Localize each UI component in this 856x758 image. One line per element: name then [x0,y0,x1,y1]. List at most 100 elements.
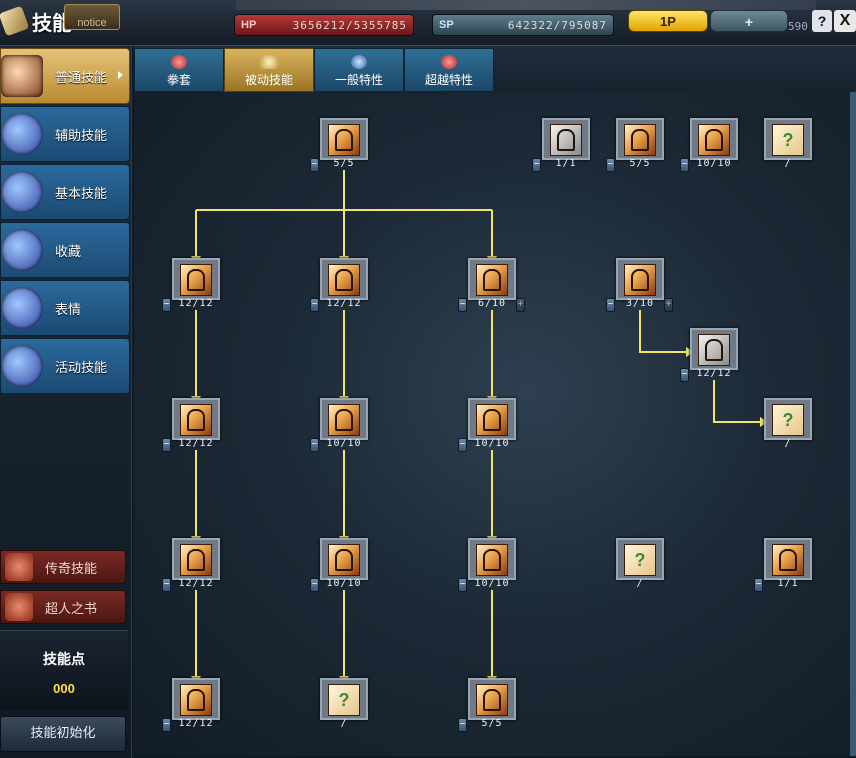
skill-icon[interactable] [328,404,360,436]
tab-gloves[interactable]: 拳套 [134,48,224,92]
skill-slot[interactable]: / [320,678,368,734]
category-basic-skills[interactable]: 基本技能 [0,164,130,220]
tab-passive-skills[interactable]: 被动技能 [224,48,314,92]
skill-slot[interactable]: / [764,398,812,454]
skill-slot[interactable]: 6/10− + [458,258,525,314]
skill-icon[interactable] [698,334,730,366]
help-button[interactable]: ? [812,10,832,32]
unknown-skill-icon[interactable] [328,684,360,716]
skill-frame [764,398,812,440]
skill-icon[interactable] [180,404,212,436]
skill-reset-button[interactable]: 技能初始化 [0,716,126,752]
skill-icon[interactable] [328,124,360,156]
skill-icon[interactable] [624,124,656,156]
level-down-button[interactable]: − [532,158,541,172]
skill-icon[interactable] [476,684,508,716]
skill-frame [542,118,590,160]
skill-level: 12/12 [326,298,362,309]
skill-slot[interactable]: 12/12− [162,538,220,594]
skill-slot[interactable]: 5/5 − [458,678,516,734]
skill-slot[interactable]: 12/12− [680,328,738,384]
level-down-button[interactable]: − [310,578,319,592]
skill-slot[interactable]: 10/10− [310,538,368,594]
glove-icon [171,55,187,69]
level-down-button[interactable]: − [680,158,689,172]
skill-slot[interactable]: 12/12− [310,258,368,314]
skill-icon[interactable] [476,404,508,436]
legend-skills-button[interactable]: 传奇技能 [0,550,126,584]
notice-button[interactable]: notice [64,4,120,30]
skill-tree: 5/5−1/1−5/5−10/10−/12/12−12/12−6/10−+3/1… [134,92,850,756]
skill-slot[interactable]: 10/10− [310,398,368,454]
category-normal-skills[interactable]: 普通技能 [0,48,130,104]
unknown-skill-icon[interactable] [772,404,804,436]
player-1p-button[interactable]: 1P [628,10,708,32]
add-player-button[interactable]: + [710,10,788,32]
claw-icon [1,55,43,97]
level-down-button[interactable]: − [680,368,689,382]
level-down-button[interactable]: − [162,298,171,312]
skill-slot[interactable]: 12/12− [162,258,220,314]
skill-level: / [784,438,792,449]
skill-slot[interactable]: 5/5 − [310,118,368,174]
skill-level: 10/10 [474,438,510,449]
unknown-skill-icon[interactable] [772,124,804,156]
level-down-button[interactable]: − [310,158,319,172]
skill-icon[interactable] [476,264,508,296]
skill-slot[interactable]: / [764,118,812,174]
level-down-button[interactable]: − [606,298,615,312]
level-down-button[interactable]: − [458,718,467,732]
skill-frame [320,538,368,580]
level-down-button[interactable]: − [458,438,467,452]
skill-level: 5/5 [629,158,651,169]
level-down-button[interactable]: − [310,438,319,452]
level-down-button[interactable]: − [310,298,319,312]
skill-frame [468,678,516,720]
skill-slot[interactable]: 5/5 − [606,118,664,174]
skill-level: 12/12 [696,368,732,379]
tree-scrollbar[interactable] [850,92,856,756]
skill-icon[interactable] [180,264,212,296]
skill-icon[interactable] [328,264,360,296]
level-down-button[interactable]: − [162,438,171,452]
level-down-button[interactable]: − [162,578,171,592]
tab-transcend-traits[interactable]: 超越特性 [404,48,494,92]
skill-icon[interactable] [180,684,212,716]
skill-frame [320,398,368,440]
unknown-skill-icon[interactable] [624,544,656,576]
level-down-button[interactable]: − [458,578,467,592]
superman-book-button[interactable]: 超人之书 [0,590,126,624]
level-down-button[interactable]: − [458,298,467,312]
skill-slot[interactable]: / [616,538,664,594]
skill-level: 10/10 [326,578,362,589]
skill-icon[interactable] [476,544,508,576]
skill-slot[interactable]: 1/1 − [532,118,590,174]
skill-slot[interactable]: 12/12− [162,398,220,454]
level-down-button[interactable]: − [162,718,171,732]
crown-icon [258,55,280,69]
category-emotes[interactable]: 表情 [0,280,130,336]
tab-general-traits[interactable]: 一般特性 [314,48,404,92]
level-up-button[interactable]: + [664,298,673,312]
level-up-button[interactable]: + [516,298,525,312]
skill-icon[interactable] [698,124,730,156]
skill-slot[interactable]: 10/10− [458,398,516,454]
skill-slot[interactable]: 12/12− [162,678,220,734]
level-down-button[interactable]: − [606,158,615,172]
category-favorites[interactable]: 收藏 [0,222,130,278]
skill-icon[interactable] [328,544,360,576]
category-support-skills[interactable]: 辅助技能 [0,106,130,162]
close-button[interactable]: X [834,10,856,32]
skill-icon[interactable] [550,124,582,156]
skill-slot[interactable]: 3/10− + [606,258,673,314]
top-hud: 技能 notice HP 3656212/5355785 SP 642322/7… [0,0,856,46]
level-down-button[interactable]: − [754,578,763,592]
scrollbar-thumb[interactable] [850,92,856,756]
skill-slot[interactable]: 10/10− [458,538,516,594]
skill-icon[interactable] [772,544,804,576]
skill-icon[interactable] [180,544,212,576]
category-event-skills[interactable]: 活动技能 [0,338,130,394]
skill-slot[interactable]: 1/1 − [754,538,812,594]
skill-slot[interactable]: 10/10− [680,118,738,174]
skill-icon[interactable] [624,264,656,296]
